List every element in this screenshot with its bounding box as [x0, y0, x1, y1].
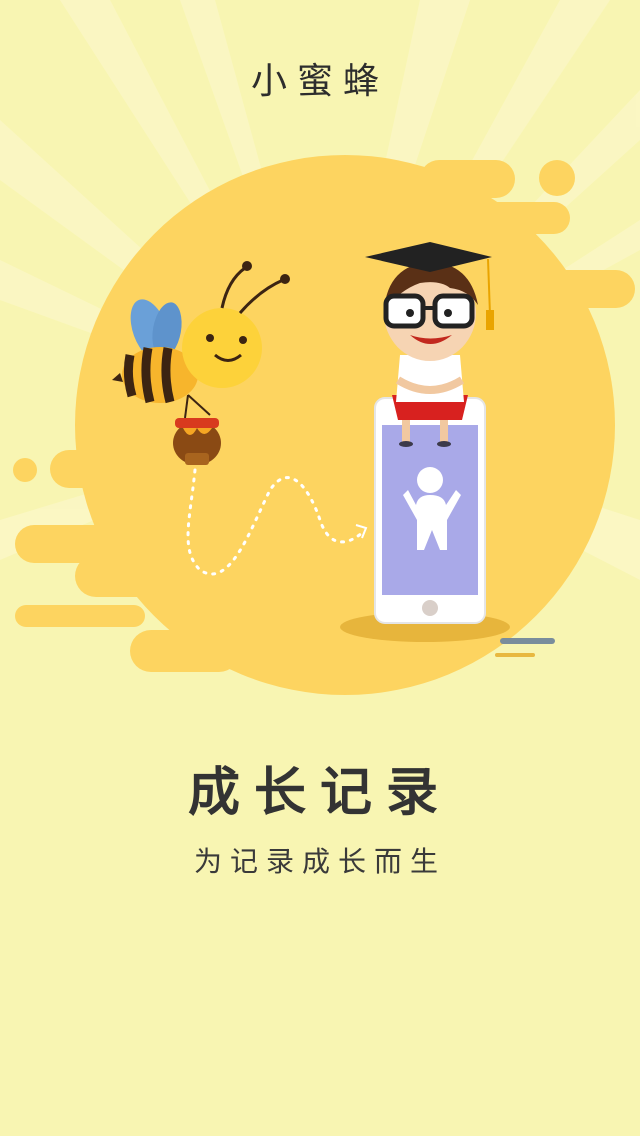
smartphone-illustration	[374, 397, 486, 624]
honey-pot	[173, 418, 221, 465]
onboarding-screen: 小蜜蜂 成长记录 为记录成长而生	[0, 0, 640, 1136]
app-title: 小蜜蜂	[250, 61, 389, 102]
yellow-blob	[13, 155, 635, 695]
decor-line-2	[495, 653, 535, 657]
decor-line	[500, 638, 555, 644]
slide-headline: 成长记录	[187, 763, 452, 823]
slide-subtitle: 为记录成长而生	[193, 845, 446, 878]
hero-illustration	[13, 155, 635, 695]
